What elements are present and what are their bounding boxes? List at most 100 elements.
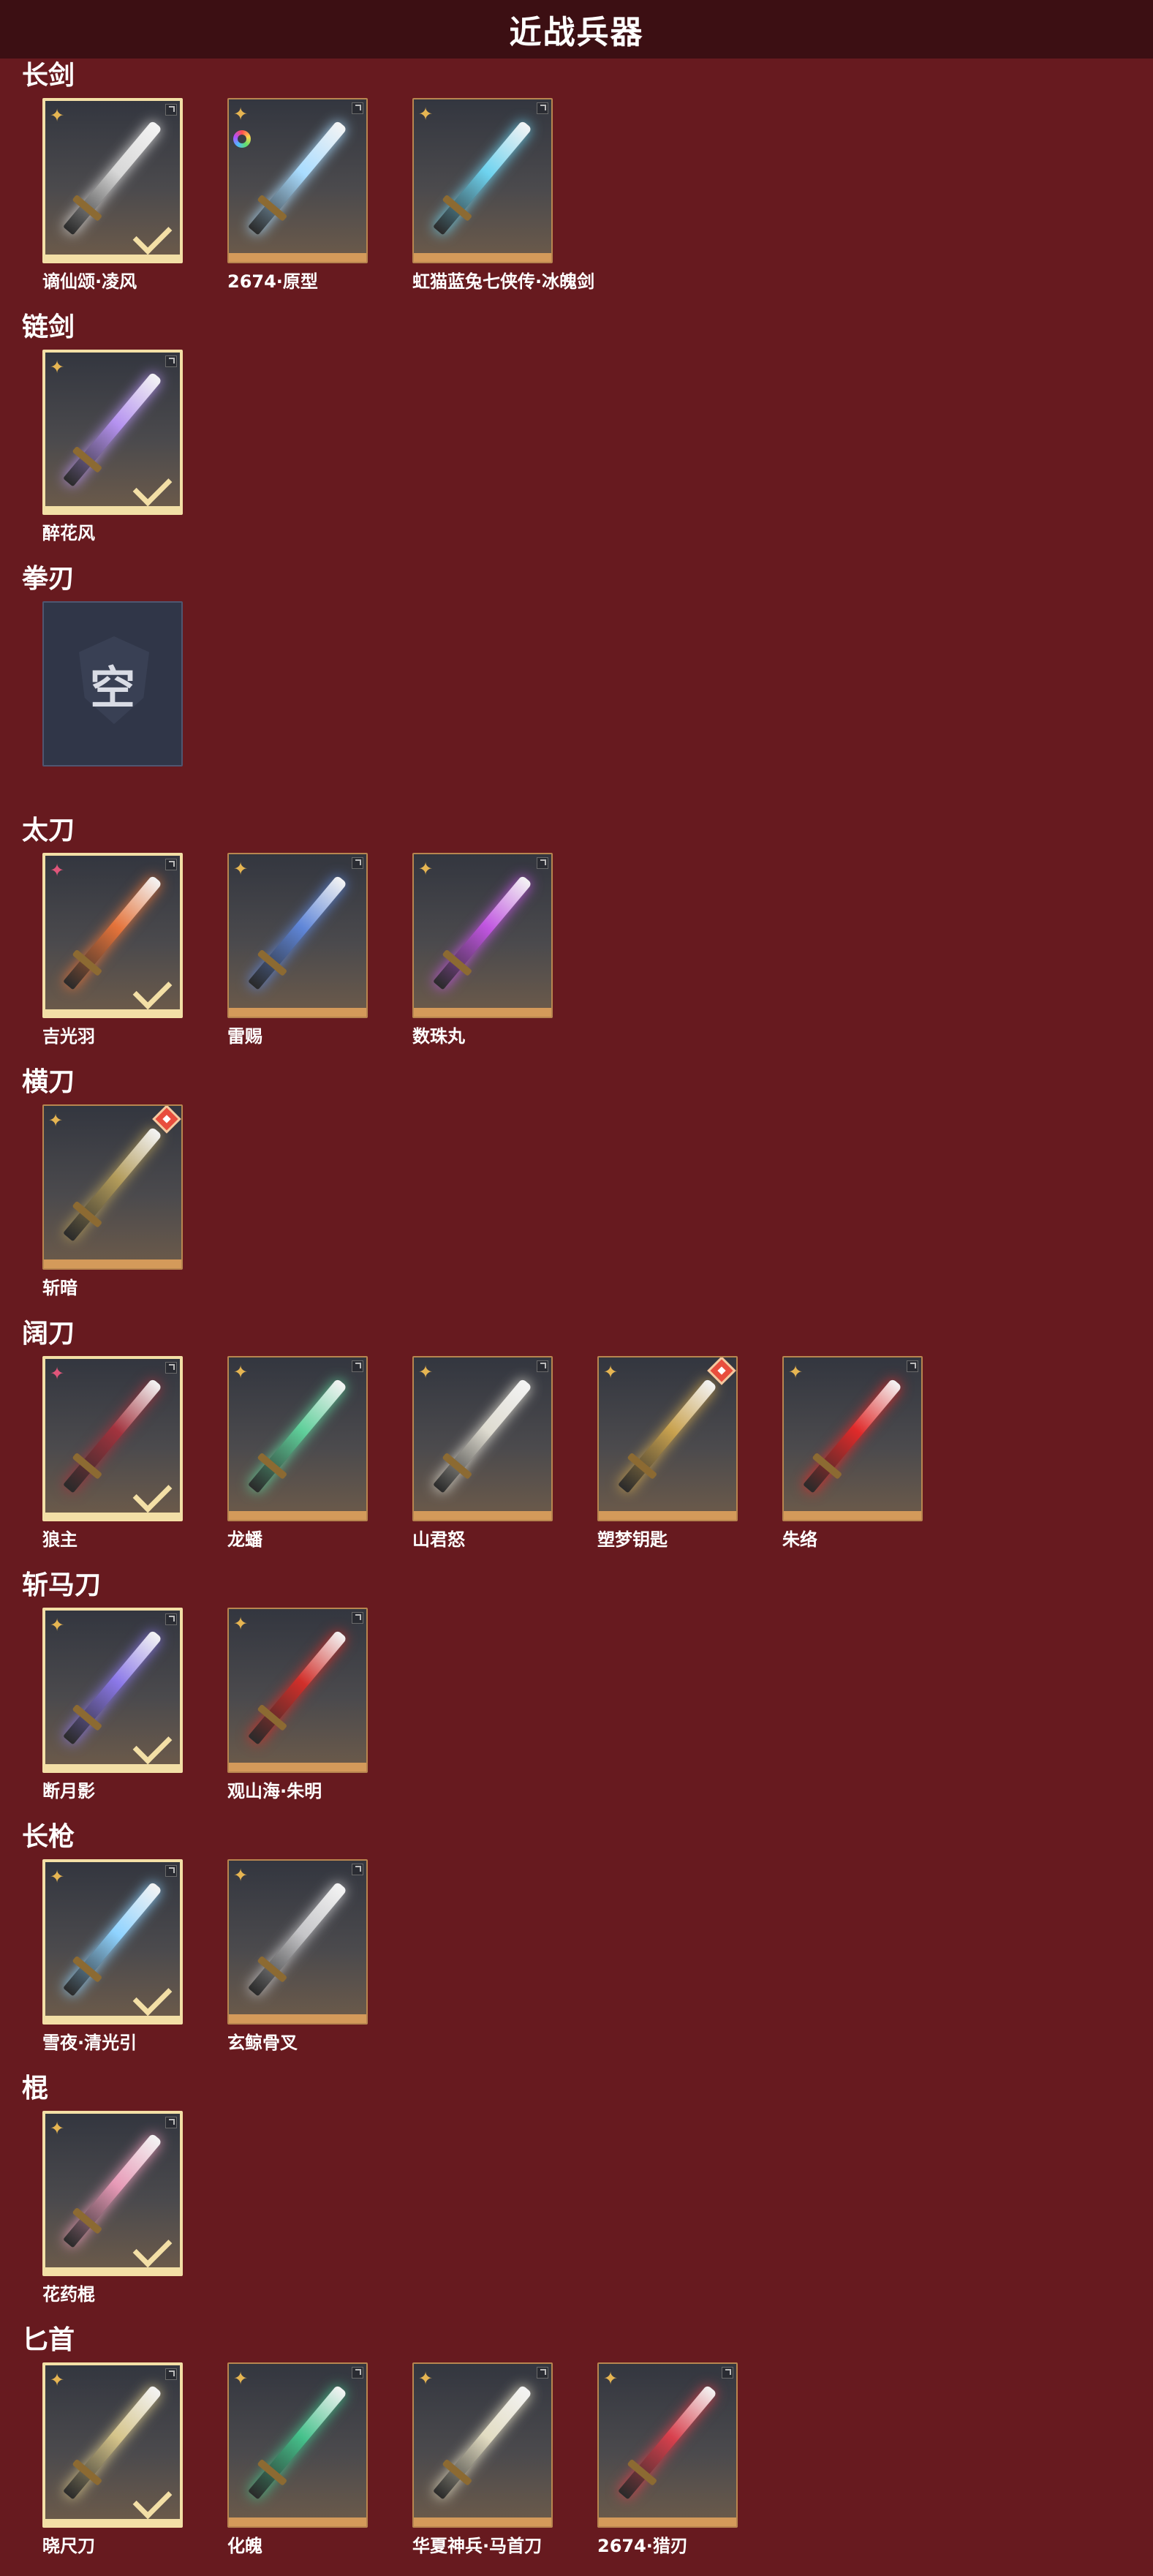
weapon-card[interactable]: ✦ 狼主 (42, 1356, 183, 1550)
corner-expand-icon (537, 102, 548, 114)
weapon-tile[interactable]: ✦ (42, 1104, 183, 1270)
weapon-category-section: 长剑 ✦ 谪仙颂·凌风 ✦ 2674·原型 ✦ 虹猫蓝兔七侠传·冰魄剑 (0, 60, 1153, 312)
tile-bottom-bar (599, 1511, 736, 1520)
category-label: 长枪 (22, 1822, 75, 1852)
corner-expand-icon (907, 1360, 918, 1372)
weapon-name: 断月影 (42, 1781, 95, 1801)
rarity-star-icon: ✦ (50, 105, 65, 126)
tile-bottom-bar (229, 253, 366, 262)
weapon-image (248, 1880, 347, 1997)
weapon-name: 玄鲸骨叉 (227, 2033, 298, 2053)
weapon-card[interactable]: ✦ 数珠丸 (412, 853, 553, 1047)
weapon-image (433, 874, 532, 990)
weapon-name: 虹猫蓝兔七侠传·冰魄剑 (412, 271, 595, 292)
empty-weapon-slot[interactable]: 空 (42, 601, 183, 767)
weapon-card[interactable]: ✦ 斩暗 (42, 1104, 183, 1298)
rarity-star-icon: ✦ (233, 104, 249, 124)
weapon-image (803, 1377, 902, 1494)
weapon-card[interactable]: ✦ 2674·猎刃 (597, 2362, 738, 2556)
weapon-card[interactable]: ✦ 2674·原型 (227, 98, 368, 292)
rarity-star-icon: ✦ (233, 1865, 249, 1886)
tile-bottom-bar (599, 2517, 736, 2526)
page-title: 近战兵器 (0, 0, 1153, 59)
weapon-tile[interactable]: ✦ (227, 853, 368, 1018)
weapon-tile[interactable]: ✦ (42, 1859, 183, 2025)
weapon-image (248, 874, 347, 990)
tile-bottom-bar (45, 2016, 180, 2022)
weapon-image (248, 2384, 347, 2500)
category-label: 匕首 (22, 2325, 75, 2355)
weapon-category-section: 棍 ✦ 花药棍 (0, 2073, 1153, 2324)
weapon-card[interactable]: ✦ 雷赐 (227, 853, 368, 1047)
weapon-tile[interactable]: ✦ (227, 1356, 368, 1521)
weapon-card[interactable]: ✦ 虹猫蓝兔七侠传·冰魄剑 (412, 98, 594, 292)
weapon-card[interactable]: ✦ 华夏神兵·马首刀 (412, 2362, 553, 2556)
weapon-name: 观山海·朱明 (227, 1781, 322, 1801)
weapon-tile[interactable]: ✦ (412, 853, 553, 1018)
weapon-tile[interactable]: ✦ (42, 350, 183, 515)
weapon-name: 醉花风 (42, 523, 95, 543)
tile-bottom-bar (414, 253, 551, 262)
weapon-card[interactable]: ✦ 玄鲸骨叉 (227, 1859, 368, 2053)
weapon-image (618, 1377, 717, 1494)
weapon-tile[interactable]: ✦ (42, 853, 183, 1018)
weapon-name: 晓尺刀 (42, 2536, 95, 2556)
weapon-tile[interactable]: ✦ (42, 1356, 183, 1521)
weapon-card[interactable]: ✦ 朱络 (782, 1356, 923, 1550)
tile-bottom-bar (45, 1764, 180, 1770)
weapon-tile[interactable]: ✦ (227, 1608, 368, 1773)
weapon-tile[interactable]: ✦ (412, 2362, 553, 2528)
rarity-star-icon: ✦ (418, 859, 434, 879)
weapon-card[interactable]: ✦ 雪夜·清光引 (42, 1859, 183, 2053)
weapon-tile[interactable]: 空 (42, 601, 183, 767)
rarity-star-icon: ✦ (233, 2368, 249, 2389)
weapon-card[interactable]: ✦ 观山海·朱明 (227, 1608, 368, 1801)
weapon-tile[interactable]: ✦ (42, 98, 183, 263)
weapon-name: 化魄 (227, 2536, 262, 2556)
weapon-tile[interactable]: ✦ (227, 2362, 368, 2528)
equipped-check-icon (132, 970, 173, 1010)
weapon-image (63, 1378, 162, 1494)
tile-bottom-bar (229, 2014, 366, 2023)
weapon-tile[interactable]: ✦ (597, 1356, 738, 1521)
weapon-name: 塑梦钥匙 (597, 1529, 668, 1550)
weapon-card[interactable]: ✦ 醉花风 (42, 350, 183, 543)
rarity-star-icon: ✦ (50, 1363, 65, 1384)
weapon-tile[interactable]: ✦ (42, 2362, 183, 2528)
weapon-image (63, 2133, 162, 2248)
weapon-tile[interactable]: ✦ (597, 2362, 738, 2528)
weapon-tile[interactable]: ✦ (412, 1356, 553, 1521)
weapon-image (63, 120, 162, 236)
weapon-image (618, 2384, 717, 2500)
corner-expand-icon (352, 2367, 363, 2379)
rarity-star-icon: ✦ (233, 859, 249, 879)
weapon-card[interactable]: ✦ 断月影 (42, 1608, 183, 1801)
tile-bottom-bar (229, 1511, 366, 1520)
rarity-star-icon: ✦ (50, 357, 65, 377)
weapon-card[interactable]: ✦ 化魄 (227, 2362, 368, 2556)
weapon-image (63, 1630, 162, 1745)
category-label: 棍 (22, 2074, 49, 2104)
weapon-card[interactable]: ✦ 龙蟠 (227, 1356, 368, 1550)
weapon-image (63, 1126, 162, 1242)
weapon-card[interactable]: ✦ 塑梦钥匙 (597, 1356, 738, 1550)
special-badge-icon (152, 1106, 181, 1134)
weapon-tile[interactable]: ✦ (227, 98, 368, 263)
weapon-category-section: 太刀 ✦ 吉光羽 ✦ 雷赐 ✦ 数珠丸 (0, 815, 1153, 1066)
weapon-card[interactable]: ✦ 山君怒 (412, 1356, 553, 1550)
weapon-card[interactable]: ✦ 谪仙颂·凌风 (42, 98, 183, 292)
weapon-image (248, 1629, 347, 1745)
corner-expand-icon (165, 1613, 177, 1625)
tile-bottom-bar (229, 2517, 366, 2526)
equipped-check-icon (132, 215, 173, 255)
weapon-tile[interactable]: ✦ (782, 1356, 923, 1521)
equipped-check-icon (132, 1473, 173, 1513)
weapon-tile[interactable]: ✦ (42, 2111, 183, 2276)
weapon-tile[interactable]: ✦ (227, 1859, 368, 2025)
weapon-tile[interactable]: ✦ (412, 98, 553, 263)
weapon-card[interactable]: ✦ 吉光羽 (42, 853, 183, 1047)
weapon-card[interactable]: ✦ 晓尺刀 (42, 2362, 183, 2556)
corner-expand-icon (352, 1612, 363, 1624)
weapon-tile[interactable]: ✦ (42, 1608, 183, 1773)
weapon-card[interactable]: ✦ 花药棍 (42, 2111, 183, 2305)
